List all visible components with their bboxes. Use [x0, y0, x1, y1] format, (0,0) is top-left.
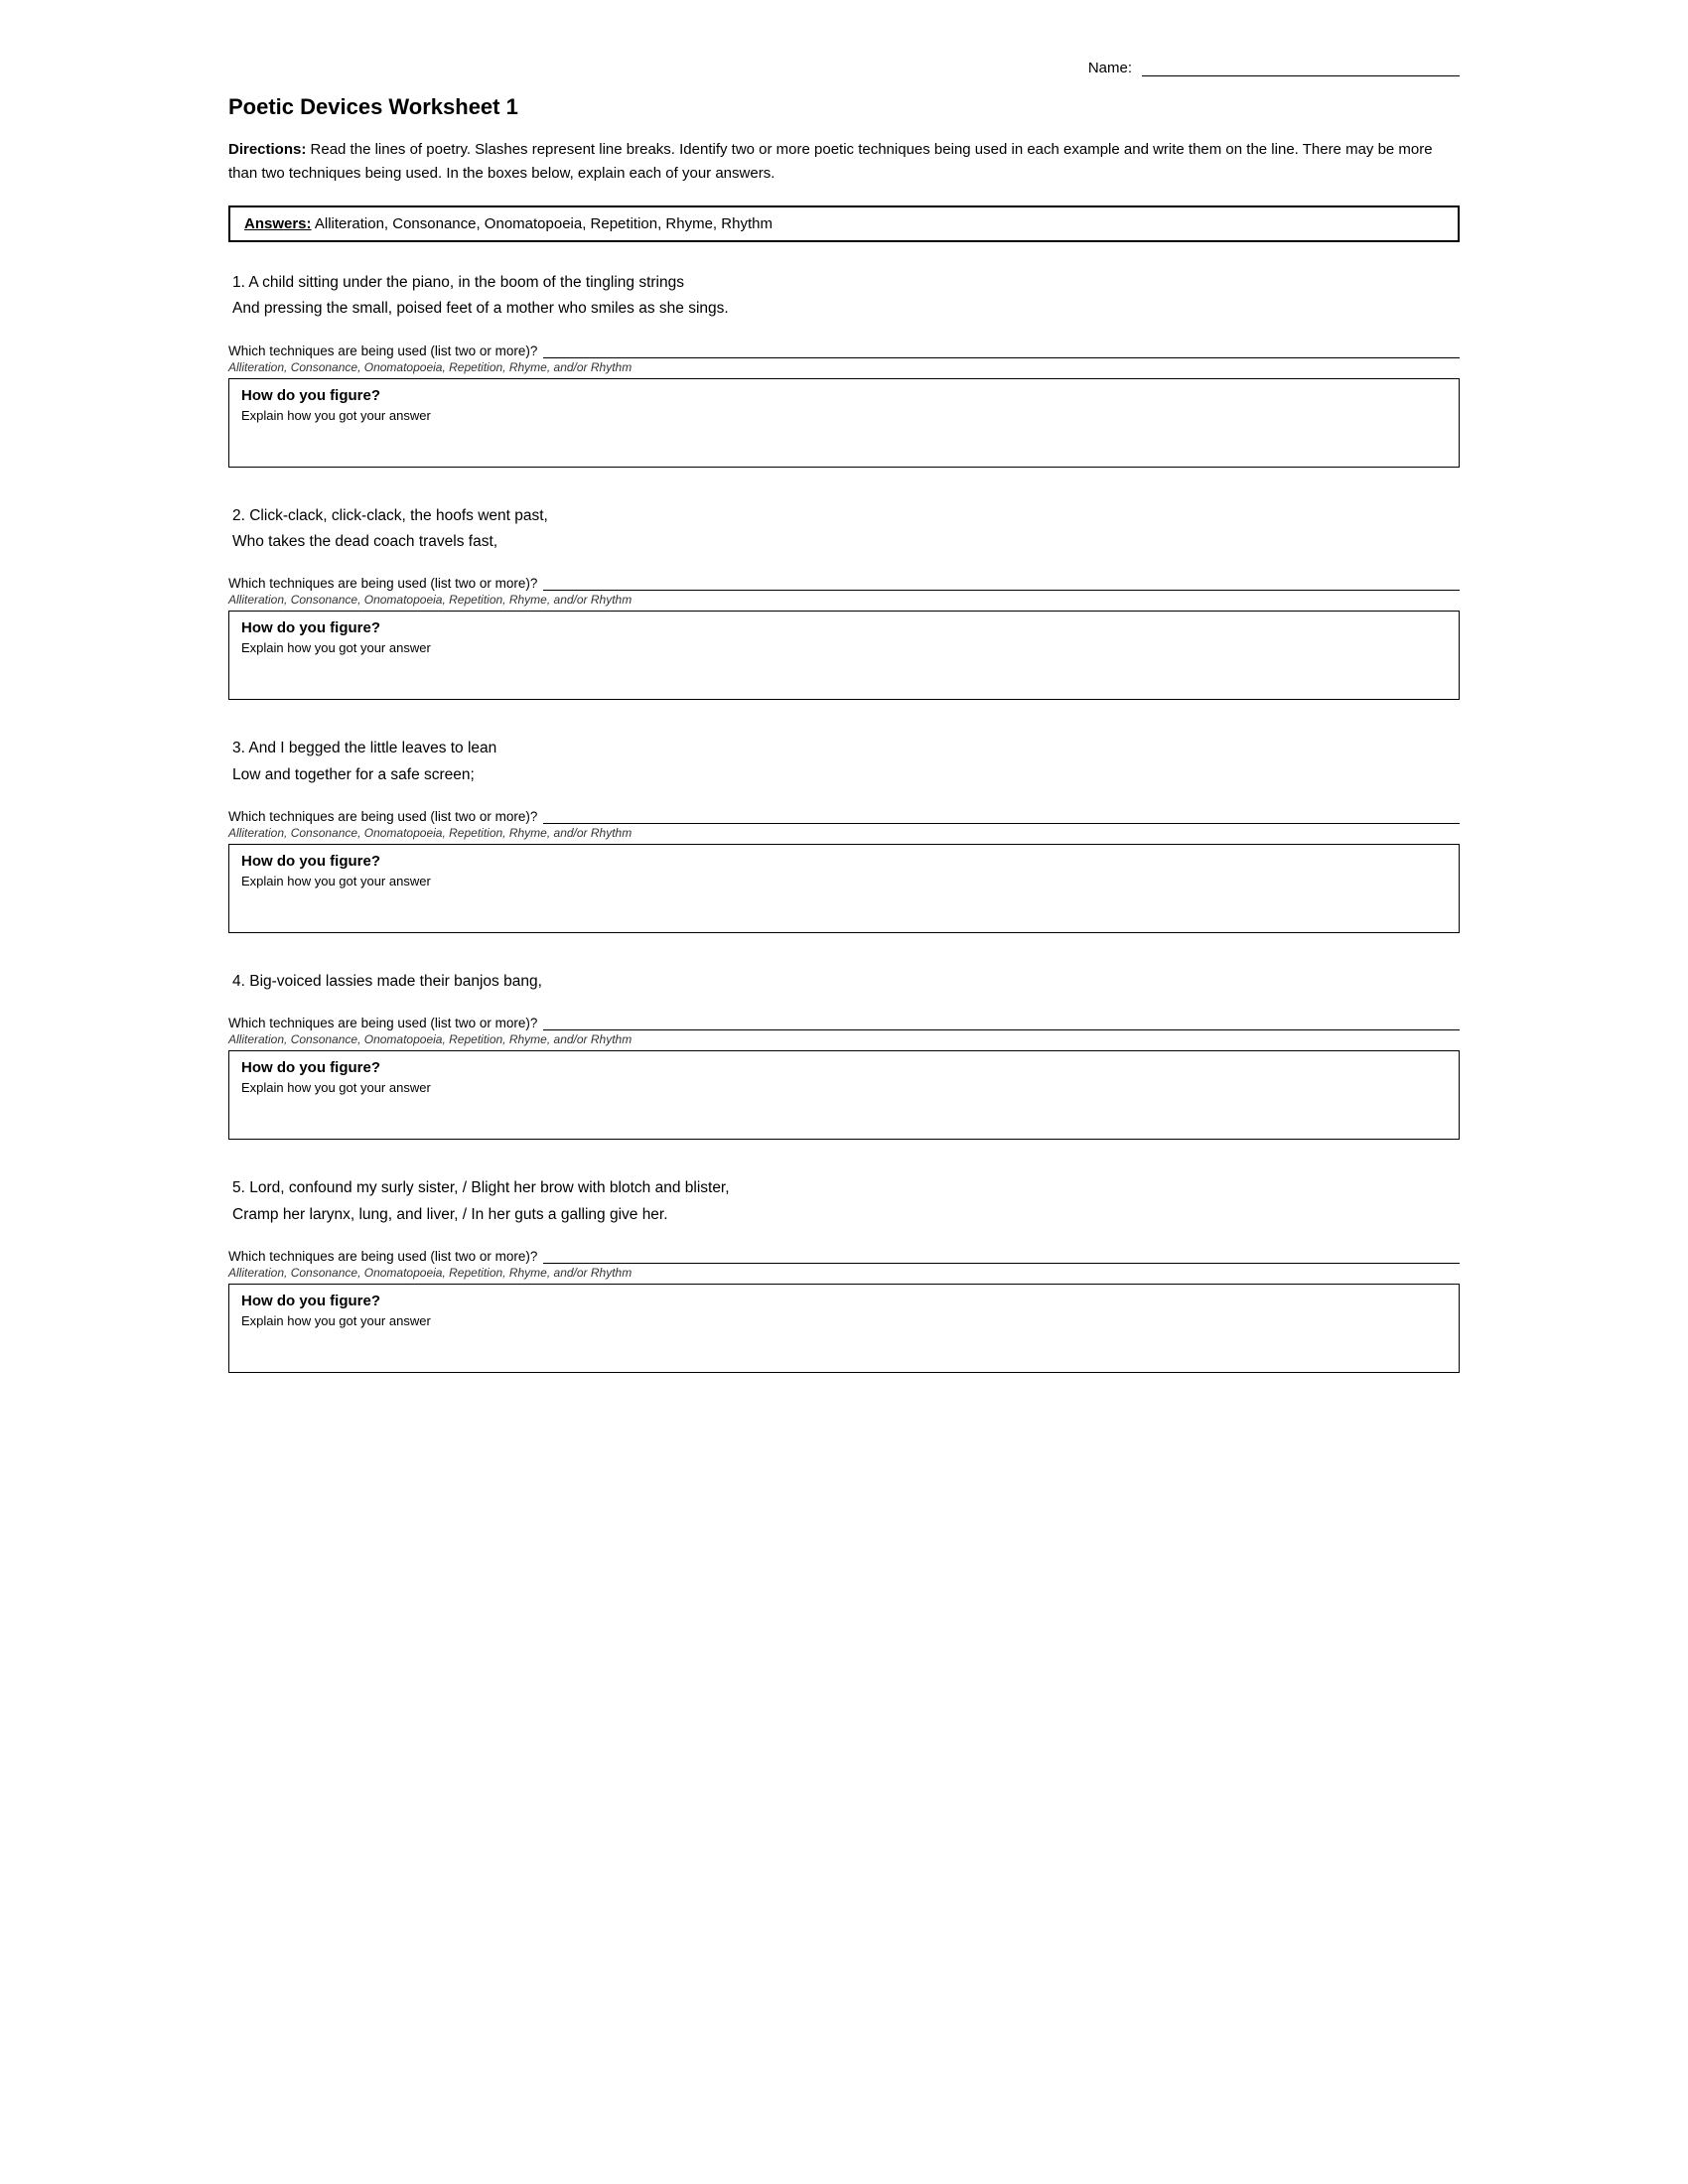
directions-bold: Directions:	[228, 141, 306, 158]
explain-title-4: How do you figure?	[241, 1059, 1447, 1076]
explain-title-5: How do you figure?	[241, 1293, 1447, 1309]
explain-box-5[interactable]: How do you figure? Explain how you got yo…	[228, 1284, 1460, 1373]
poem-line-3-1: And I begged the little leaves to lean	[248, 740, 496, 756]
hint-5: Alliteration, Consonance, Onomatopoeia, …	[228, 1266, 1460, 1280]
hint-4: Alliteration, Consonance, Onomatopoeia, …	[228, 1032, 1460, 1046]
explain-box-2[interactable]: How do you figure? Explain how you got yo…	[228, 611, 1460, 700]
hint-2: Alliteration, Consonance, Onomatopoeia, …	[228, 593, 1460, 607]
poem-line-5-2: Cramp her larynx, lung, and liver, / In …	[232, 1206, 668, 1223]
poem-line-5-1: Lord, confound my surly sister, / Blight…	[249, 1179, 729, 1196]
explain-box-4[interactable]: How do you figure? Explain how you got yo…	[228, 1050, 1460, 1140]
explain-label-1: Explain how you got your answer	[241, 408, 1447, 423]
explain-label-5: Explain how you got your answer	[241, 1313, 1447, 1328]
poem-line-2-1: Click-clack, click-clack, the hoofs went…	[249, 507, 548, 524]
directions-text: Read the lines of poetry. Slashes repres…	[228, 141, 1433, 182]
explain-label-3: Explain how you got your answer	[241, 874, 1447, 888]
which-row-3: Which techniques are being used (list tw…	[228, 806, 1460, 824]
question-3: 3. And I begged the little leaves to lea…	[228, 736, 1460, 933]
poem-line-4-1: Big-voiced lassies made their banjos ban…	[249, 973, 542, 990]
answer-line-1[interactable]	[543, 341, 1460, 358]
question-1: 1. A child sitting under the piano, in t…	[228, 270, 1460, 468]
answer-line-2[interactable]	[543, 573, 1460, 591]
questions-container: 1. A child sitting under the piano, in t…	[228, 270, 1460, 1373]
page: Name: Poetic Devices Worksheet 1 Directi…	[149, 0, 1539, 1468]
page-title: Poetic Devices Worksheet 1	[228, 94, 1460, 120]
which-row-5: Which techniques are being used (list tw…	[228, 1246, 1460, 1264]
question-number-1: 1.	[232, 274, 248, 291]
explain-box-3[interactable]: How do you figure? Explain how you got yo…	[228, 844, 1460, 933]
which-label-5: Which techniques are being used (list tw…	[228, 1249, 537, 1264]
question-number-2: 2.	[232, 507, 249, 524]
poem-line-1-1: A child sitting under the piano, in the …	[248, 274, 684, 291]
directions: Directions: Read the lines of poetry. Sl…	[228, 138, 1460, 186]
answer-line-4[interactable]	[543, 1013, 1460, 1030]
which-row-1: Which techniques are being used (list tw…	[228, 341, 1460, 358]
hint-3: Alliteration, Consonance, Onomatopoeia, …	[228, 826, 1460, 840]
question-number-5: 5.	[232, 1179, 249, 1196]
poem-line-2-2: Who takes the dead coach travels fast,	[232, 533, 497, 550]
which-row-4: Which techniques are being used (list tw…	[228, 1013, 1460, 1030]
hint-1: Alliteration, Consonance, Onomatopoeia, …	[228, 360, 1460, 374]
question-4: 4. Big-voiced lassies made their banjos …	[228, 969, 1460, 1140]
question-5: 5. Lord, confound my surly sister, / Bli…	[228, 1175, 1460, 1373]
poem-text-3: 3. And I begged the little leaves to lea…	[232, 736, 1460, 788]
name-label: Name:	[1088, 60, 1132, 76]
name-row: Name:	[228, 60, 1460, 76]
which-label-4: Which techniques are being used (list tw…	[228, 1016, 537, 1030]
answer-line-3[interactable]	[543, 806, 1460, 824]
answers-text: Alliteration, Consonance, Onomatopoeia, …	[312, 215, 773, 232]
explain-title-1: How do you figure?	[241, 387, 1447, 404]
explain-label-2: Explain how you got your answer	[241, 640, 1447, 655]
poem-line-1-2: And pressing the small, poised feet of a…	[232, 300, 729, 317]
poem-text-1: 1. A child sitting under the piano, in t…	[232, 270, 1460, 323]
explain-title-3: How do you figure?	[241, 853, 1447, 870]
answers-box: Answers: Alliteration, Consonance, Onoma…	[228, 205, 1460, 242]
answers-bold: Answers:	[244, 215, 312, 232]
poem-text-5: 5. Lord, confound my surly sister, / Bli…	[232, 1175, 1460, 1228]
question-number-3: 3.	[232, 740, 248, 756]
poem-text-2: 2. Click-clack, click-clack, the hoofs w…	[232, 503, 1460, 556]
which-label-1: Which techniques are being used (list tw…	[228, 343, 537, 358]
question-2: 2. Click-clack, click-clack, the hoofs w…	[228, 503, 1460, 701]
name-underline[interactable]	[1142, 60, 1460, 76]
answer-line-5[interactable]	[543, 1246, 1460, 1264]
explain-label-4: Explain how you got your answer	[241, 1080, 1447, 1095]
poem-line-3-2: Low and together for a safe screen;	[232, 766, 475, 783]
question-number-4: 4.	[232, 973, 249, 990]
which-label-3: Which techniques are being used (list tw…	[228, 809, 537, 824]
explain-title-2: How do you figure?	[241, 619, 1447, 636]
which-label-2: Which techniques are being used (list tw…	[228, 576, 537, 591]
explain-box-1[interactable]: How do you figure? Explain how you got yo…	[228, 378, 1460, 468]
poem-text-4: 4. Big-voiced lassies made their banjos …	[232, 969, 1460, 995]
which-row-2: Which techniques are being used (list tw…	[228, 573, 1460, 591]
